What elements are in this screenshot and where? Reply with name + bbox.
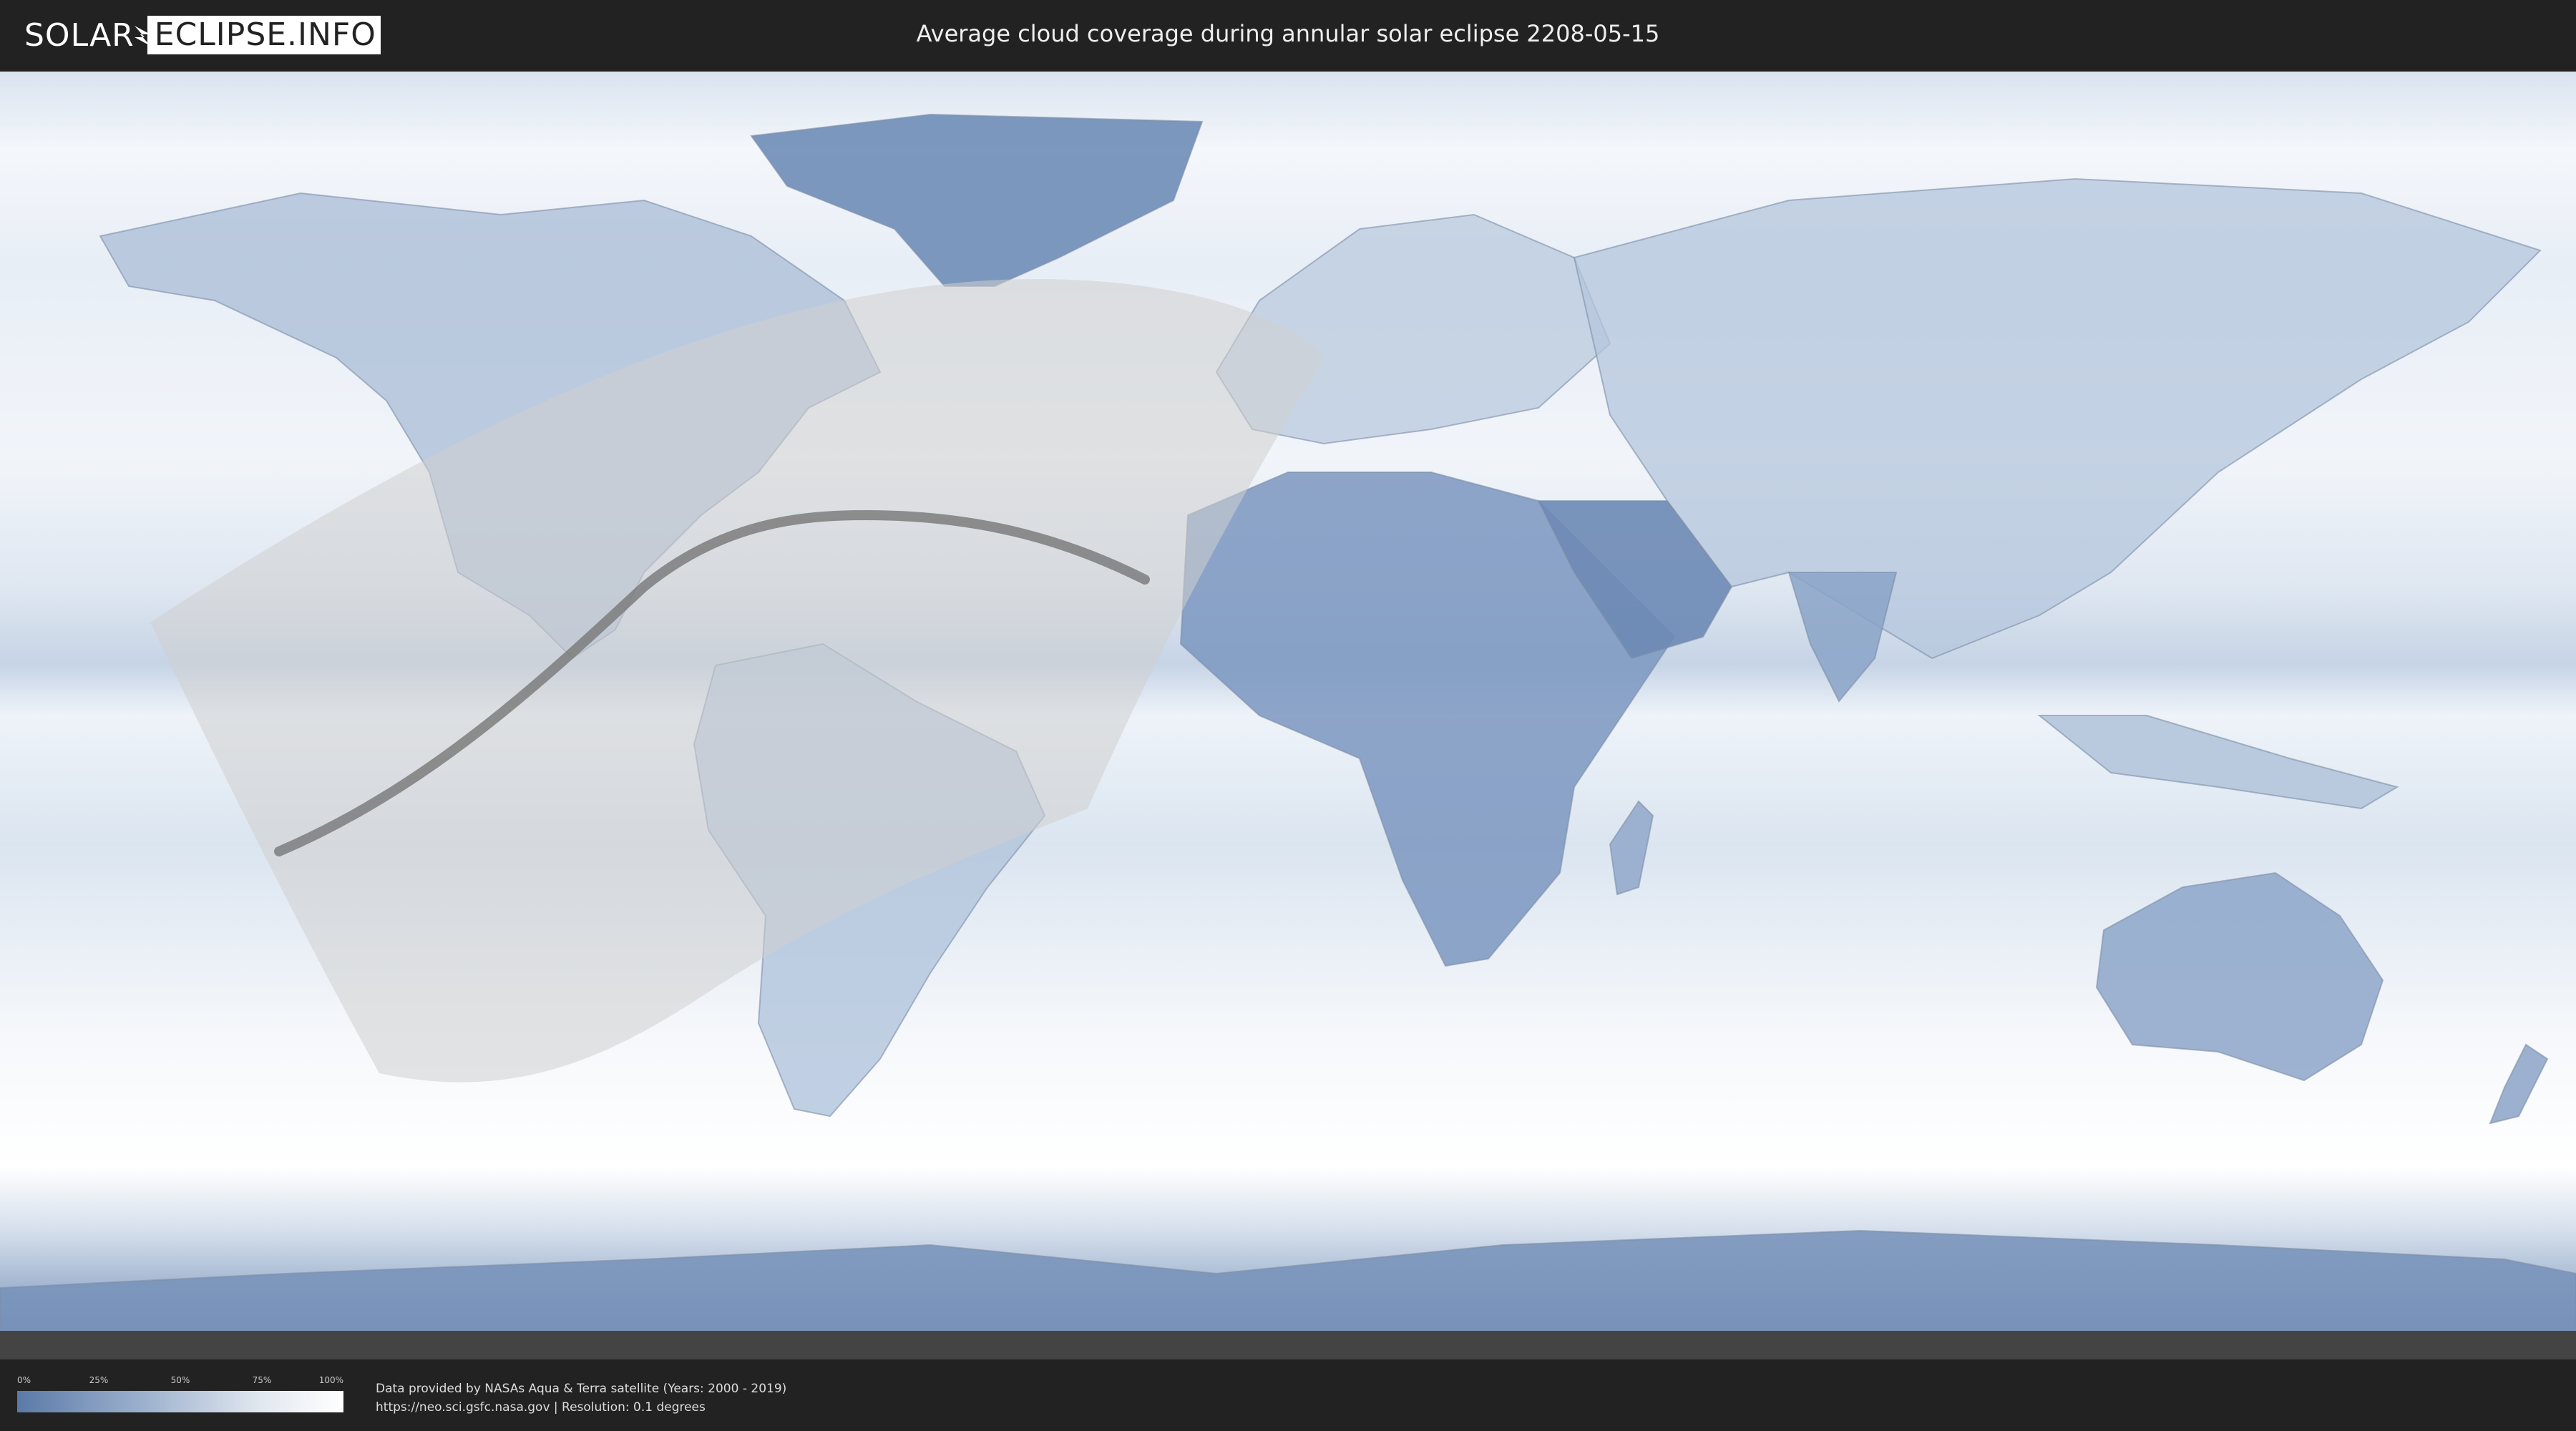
page-title: Average cloud coverage during annular so…	[916, 20, 1660, 47]
world-cloud-map	[0, 72, 2576, 1359]
map-bottom-edge	[0, 1331, 2576, 1359]
legend-gradient-bar	[17, 1391, 343, 1412]
credit-line: https://neo.sci.gsfc.nasa.gov | Resoluti…	[376, 1400, 706, 1415]
credit-line: Data provided by NASAs Aqua & Terra sate…	[376, 1382, 787, 1396]
cloud-coverage-legend: 0% 25% 50% 75% 100%	[17, 1375, 343, 1412]
legend-tick: 75%	[252, 1375, 272, 1385]
data-credits: Data provided by NASAs Aqua & Terra sate…	[376, 1379, 786, 1417]
legend-tick: 25%	[89, 1375, 109, 1385]
legend-ticks: 0% 25% 50% 75% 100%	[17, 1375, 343, 1388]
legend-tick: 50%	[170, 1375, 190, 1385]
legend-tick: 100%	[318, 1375, 343, 1385]
legend-tick: 0%	[17, 1375, 31, 1385]
header-bar: SOLAR ECLIPSE.INFO Average cloud coverag…	[0, 0, 2576, 72]
footer-bar: 0% 25% 50% 75% 100% Data provided by NAS…	[0, 1359, 2576, 1431]
